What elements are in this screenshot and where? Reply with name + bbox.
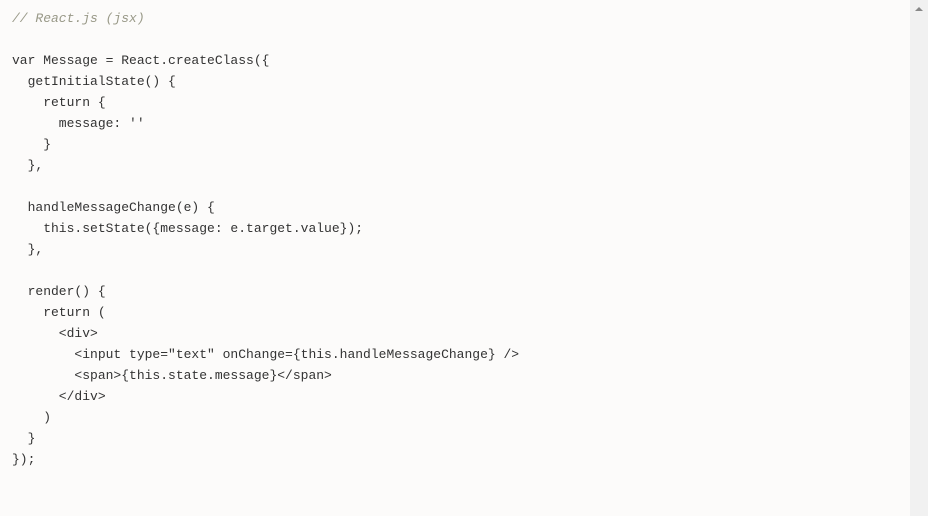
code-line-5: return { — [12, 95, 106, 110]
code-line-6: message: '' — [12, 116, 145, 131]
code-line-21: } — [12, 431, 35, 446]
code-line-3: var Message = React.createClass({ — [12, 53, 269, 68]
code-line-20: ) — [12, 410, 51, 425]
code-line-10: handleMessageChange(e) { — [12, 200, 215, 215]
scrollbar-track[interactable] — [910, 0, 928, 516]
code-line-4: getInitialState() { — [12, 74, 176, 89]
code-line-16: <div> — [12, 326, 98, 341]
scrollbar-up-button[interactable] — [910, 0, 928, 18]
code-line-7: } — [12, 137, 51, 152]
code-line-12: }, — [12, 242, 43, 257]
code-line-19: </div> — [12, 389, 106, 404]
code-line-11: this.setState({message: e.target.value})… — [12, 221, 363, 236]
code-line-8: }, — [12, 158, 43, 173]
code-line-17: <input type="text" onChange={this.handle… — [12, 347, 519, 362]
code-line-22: }); — [12, 452, 35, 467]
code-line-18: <span>{this.state.message}</span> — [12, 368, 332, 383]
code-line-1: // React.js (jsx) — [12, 11, 145, 26]
code-line-15: return ( — [12, 305, 106, 320]
code-block: // React.js (jsx) var Message = React.cr… — [0, 0, 910, 516]
code-line-14: render() { — [12, 284, 106, 299]
